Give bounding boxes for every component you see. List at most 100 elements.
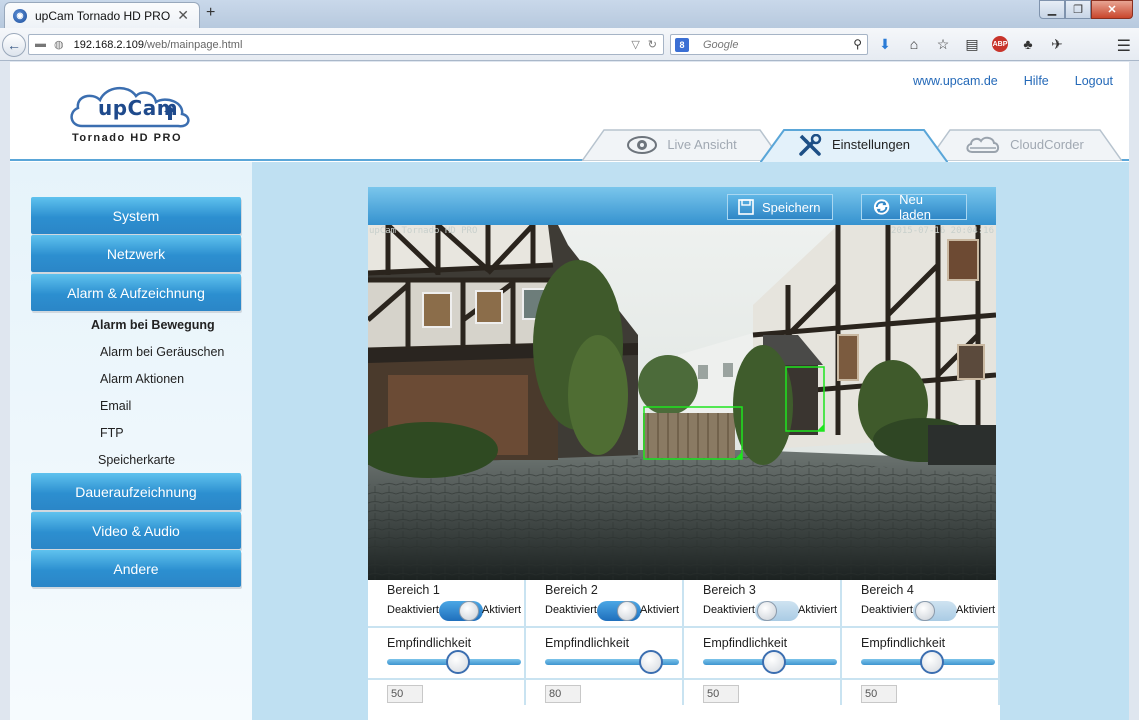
dropdown-arrow-icon[interactable]: ▽ <box>631 38 639 51</box>
browser-toolbar: ⬇ ⌂ ☆ ▤ ABP ♣ ✈ <box>876 36 1066 52</box>
camera-image <box>368 225 996 580</box>
back-arrow-icon[interactable]: ← <box>2 33 26 57</box>
extension-icon[interactable]: ♣ <box>1019 36 1037 52</box>
addon-icon[interactable]: ✈ <box>1048 36 1066 52</box>
logo-subtitle: Tornado HD PRO <box>72 132 183 144</box>
tab-einstellungen[interactable]: Einstellungen <box>760 128 948 163</box>
sidebar-item-system[interactable]: System <box>31 197 241 234</box>
toggle-off-label: Deaktiviert <box>387 604 439 616</box>
page-header: upCam Tornado HD PRO www.upcam.de Hilfe … <box>10 62 1129 163</box>
zone-toggle-row: Deaktiviert Aktiviert <box>387 601 527 621</box>
save-icon <box>738 199 754 215</box>
reload-button[interactable]: Neu laden <box>861 192 967 222</box>
minimize-icon[interactable]: ▁ <box>1039 0 1065 19</box>
restore-icon[interactable]: ❐ <box>1065 0 1091 19</box>
zone-enable-toggle[interactable] <box>597 601 641 621</box>
sidebar-subitem-ftp[interactable]: FTP <box>100 426 124 440</box>
toggle-knob[interactable] <box>459 601 479 621</box>
panel-toolbar: Speichern Neu laden <box>368 187 996 225</box>
bookmarks-list-icon[interactable]: ▤ <box>963 36 981 52</box>
divider <box>526 626 684 628</box>
link-website[interactable]: www.upcam.de <box>913 74 998 88</box>
divider <box>842 678 1000 680</box>
search-bar[interactable]: 8 Google ⚲ <box>670 34 868 55</box>
sidebar: System Netzwerk Alarm & Aufzeichnung Ala… <box>10 162 252 720</box>
toggle-knob[interactable] <box>617 601 637 621</box>
home-icon[interactable]: ⌂ <box>905 36 923 52</box>
sensitivity-value-field[interactable]: 50 <box>861 685 897 703</box>
zone-enable-toggle[interactable] <box>913 601 957 621</box>
tab-close-icon[interactable]: ✕ <box>177 7 189 24</box>
sidebar-subitem-alarm-geraeuschen[interactable]: Alarm bei Geräuschen <box>100 345 224 359</box>
url-bar[interactable]: ▬ ◍ 192.168.2.109/web/mainpage.html ▽ ↻ <box>28 34 664 55</box>
divider <box>526 678 684 680</box>
sensitivity-label: Empfindlichkeit <box>703 636 788 650</box>
tools-icon <box>799 133 822 156</box>
slider-knob[interactable] <box>920 650 944 674</box>
upcam-logo: upCam Tornado HD PRO <box>68 82 192 144</box>
slider-knob[interactable] <box>639 650 663 674</box>
upcam-favicon-icon: ◉ <box>13 8 27 23</box>
slider-knob[interactable] <box>762 650 786 674</box>
link-logout[interactable]: Logout <box>1075 74 1113 88</box>
reload-icon[interactable]: ↻ <box>648 38 657 51</box>
camera-osd-time: 2015-07-16 20:04:16 <box>891 226 994 236</box>
download-icon[interactable]: ⬇ <box>876 36 894 52</box>
camera-view[interactable]: upCam Tornado HD PRO 2015-07-16 20:04:16 <box>368 225 996 580</box>
toggle-knob[interactable] <box>757 601 777 621</box>
sidebar-item-andere[interactable]: Andere <box>31 550 241 587</box>
search-icon[interactable]: ⚲ <box>853 37 862 51</box>
zone-toggle-row: Deaktiviert Aktiviert <box>861 601 1001 621</box>
window-controls: ▁ ❐ ✕ <box>1039 0 1133 19</box>
toggle-knob[interactable] <box>915 601 935 621</box>
globe-icon: ◍ <box>54 39 64 51</box>
link-help[interactable]: Hilfe <box>1024 74 1049 88</box>
search-input[interactable]: Google <box>703 39 738 51</box>
toggle-on-label: Aktiviert <box>640 604 680 616</box>
sidebar-item-netzwerk[interactable]: Netzwerk <box>31 235 241 272</box>
sensitivity-slider[interactable] <box>861 650 995 674</box>
sidebar-subitem-alarm-bewegung[interactable]: Alarm bei Bewegung <box>91 318 215 332</box>
zone-toggle-row: Deaktiviert Aktiviert <box>703 601 843 621</box>
zone-enable-toggle[interactable] <box>439 601 483 621</box>
sidebar-subitem-email[interactable]: Email <box>100 399 131 413</box>
sidebar-subitem-speicherkarte[interactable]: Speicherkarte <box>98 453 175 467</box>
main-tabs: Live Ansicht CloudCorder Einstellungen <box>582 128 1122 163</box>
sensitivity-value-field[interactable]: 50 <box>703 685 739 703</box>
zone-enable-toggle[interactable] <box>755 601 799 621</box>
divider <box>368 678 526 680</box>
toggle-on-label: Aktiviert <box>482 604 522 616</box>
zone-title: Bereich 2 <box>545 583 598 597</box>
tab-cloudcorder[interactable]: CloudCorder <box>928 128 1122 161</box>
tab-live-label: Live Ansicht <box>667 137 737 152</box>
menu-icon[interactable]: ☰ <box>1117 36 1131 56</box>
top-links: www.upcam.de Hilfe Logout <box>913 74 1113 88</box>
sensitivity-slider[interactable] <box>703 650 837 674</box>
sensitivity-value-field[interactable]: 50 <box>387 685 423 703</box>
sidebar-item-video-audio[interactable]: Video & Audio <box>31 512 241 549</box>
toggle-on-label: Aktiviert <box>798 604 838 616</box>
divider <box>684 678 842 680</box>
sensitivity-label: Empfindlichkeit <box>545 636 630 650</box>
browser-tab[interactable]: ◉ upCam Tornado HD PRO ✕ <box>4 2 200 28</box>
new-tab-icon[interactable]: + <box>206 4 215 22</box>
bookmark-star-icon[interactable]: ☆ <box>934 36 952 52</box>
sensitivity-slider[interactable] <box>545 650 679 674</box>
url-host: 192.168.2.109 <box>73 38 144 51</box>
sensitivity-slider[interactable] <box>387 650 521 674</box>
google-icon[interactable]: 8 <box>675 37 689 52</box>
sidebar-item-alarm-aufzeichnung[interactable]: Alarm & Aufzeichnung <box>31 274 241 311</box>
browser-navbar: ← ▬ ◍ 192.168.2.109/web/mainpage.html ▽ … <box>0 28 1139 61</box>
save-button[interactable]: Speichern <box>727 194 833 220</box>
zone-title: Bereich 3 <box>703 583 756 597</box>
zone-toggle-row: Deaktiviert Aktiviert <box>545 601 685 621</box>
close-window-icon[interactable]: ✕ <box>1091 0 1133 19</box>
sidebar-item-daueraufzeichnung[interactable]: Daueraufzeichnung <box>31 473 241 510</box>
adblock-icon[interactable]: ABP <box>992 36 1008 52</box>
slider-knob[interactable] <box>446 650 470 674</box>
logo-text: upCam <box>98 96 179 120</box>
sensitivity-value-field[interactable]: 80 <box>545 685 581 703</box>
sensitivity-label: Empfindlichkeit <box>861 636 946 650</box>
tab-live-ansicht[interactable]: Live Ansicht <box>582 128 782 161</box>
sidebar-subitem-alarm-aktionen[interactable]: Alarm Aktionen <box>100 372 184 386</box>
